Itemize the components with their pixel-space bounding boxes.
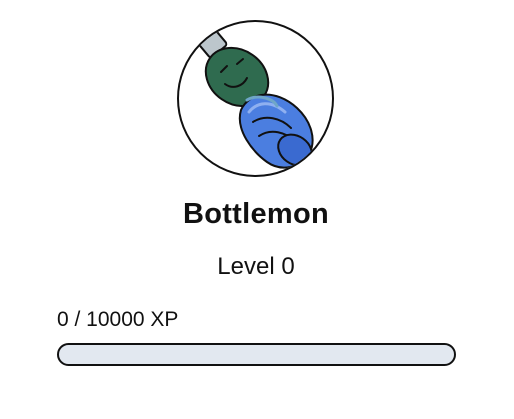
xp-text: 0 / 10000 XP <box>57 308 179 331</box>
pet-avatar <box>177 20 334 177</box>
pet-name: Bottlemon <box>182 198 330 230</box>
xp-progress-bar <box>57 343 456 366</box>
pet-level: Level 0 <box>217 253 295 280</box>
water-bottle-icon <box>196 27 314 169</box>
